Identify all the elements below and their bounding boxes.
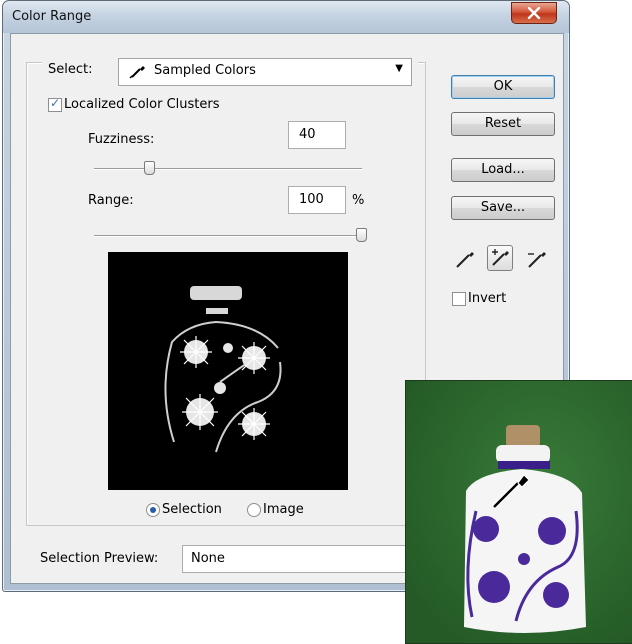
localized-color-clusters-checkbox[interactable]: ✓ [48, 96, 62, 112]
reset-button[interactable]: Reset [451, 112, 555, 136]
selection-radio-label: Selection [162, 502, 222, 517]
title-bar[interactable]: Color Range [3, 1, 569, 33]
close-button[interactable] [511, 2, 557, 24]
bottle-photo [405, 380, 632, 644]
ok-button[interactable]: OK [451, 75, 555, 99]
selection-radio[interactable] [146, 503, 160, 517]
save-button[interactable]: Save... [451, 196, 555, 220]
fuzziness-slider-track[interactable] [94, 168, 362, 170]
range-unit: % [352, 193, 365, 208]
range-value: 100 [299, 192, 324, 207]
fuzziness-input[interactable]: 40 [288, 121, 346, 149]
range-slider-thumb[interactable] [356, 228, 367, 242]
eyedropper-minus-icon[interactable] [524, 246, 550, 272]
close-icon [527, 7, 541, 19]
invert-checkbox[interactable] [452, 292, 466, 306]
range-input[interactable]: 100 [288, 186, 346, 214]
dropdown-arrow-icon: ▼ [395, 63, 403, 74]
range-label: Range: [88, 193, 134, 208]
checkmark-icon: ✓ [50, 96, 61, 110]
eyedropper-plus-icon[interactable] [487, 245, 513, 271]
eyedropper-icon [129, 63, 147, 83]
select-value: Sampled Colors [154, 63, 256, 78]
window-title: Color Range [12, 9, 92, 24]
selection-preview-value: None [191, 551, 225, 566]
select-label: Select: [48, 62, 93, 77]
image-radio-label: Image [263, 502, 304, 517]
localized-color-clusters-label: Localized Color Clusters [64, 97, 220, 112]
fuzziness-slider-thumb[interactable] [144, 161, 155, 175]
select-dropdown[interactable]: Sampled Colors ▼ [118, 58, 412, 86]
selection-preview-image [108, 252, 348, 490]
eyedropper-icon[interactable] [452, 246, 478, 272]
invert-label: Invert [468, 291, 507, 306]
fuzziness-label: Fuzziness: [88, 132, 155, 147]
image-radio[interactable] [247, 503, 261, 517]
load-button[interactable]: Load... [451, 158, 555, 182]
fuzziness-value: 40 [299, 127, 316, 142]
range-slider-track[interactable] [94, 235, 362, 237]
selection-preview-label: Selection Preview: [40, 551, 159, 566]
selection-preview-dropdown[interactable]: None [182, 545, 408, 573]
